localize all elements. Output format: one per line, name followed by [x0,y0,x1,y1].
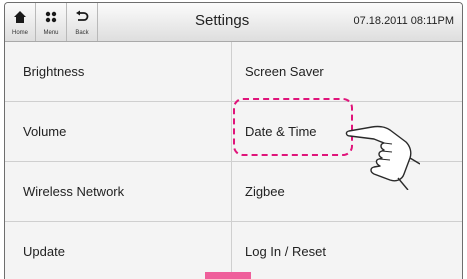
back-arrow-icon [76,10,89,21]
setting-label: Zigbee [245,184,285,199]
setting-label: Brightness [23,64,85,79]
pointing-hand-icon [345,125,420,190]
top-bar: Home Menu Back Settings 07.18.2011 08:11… [5,3,462,42]
setting-wireless-network[interactable]: Wireless Network [5,162,231,222]
menu-icon [45,11,57,23]
setting-label: Log In / Reset [245,244,326,259]
page-title: Settings [195,12,250,29]
setting-volume[interactable]: Volume [5,102,231,162]
back-button[interactable]: Back [67,3,98,41]
setting-label: Update [23,244,65,259]
setting-screen-saver[interactable]: Screen Saver [232,42,462,102]
back-label: Back [75,30,89,36]
scroll-indicator[interactable] [205,272,251,279]
setting-label: Wireless Network [23,184,125,199]
menu-label: Menu [43,30,59,36]
setting-label: Volume [23,124,67,139]
setting-update[interactable]: Update [5,222,231,279]
menu-button[interactable]: Menu [36,3,67,41]
setting-log-in-reset[interactable]: Log In / Reset [232,222,462,279]
setting-brightness[interactable]: Brightness [5,42,231,102]
home-button[interactable]: Home [5,3,36,41]
datetime-display: 07.18.2011 08:11PM [353,15,454,27]
tap-highlight [233,98,353,156]
home-label: Home [11,30,28,36]
home-icon [14,11,26,23]
setting-label: Screen Saver [245,64,324,79]
